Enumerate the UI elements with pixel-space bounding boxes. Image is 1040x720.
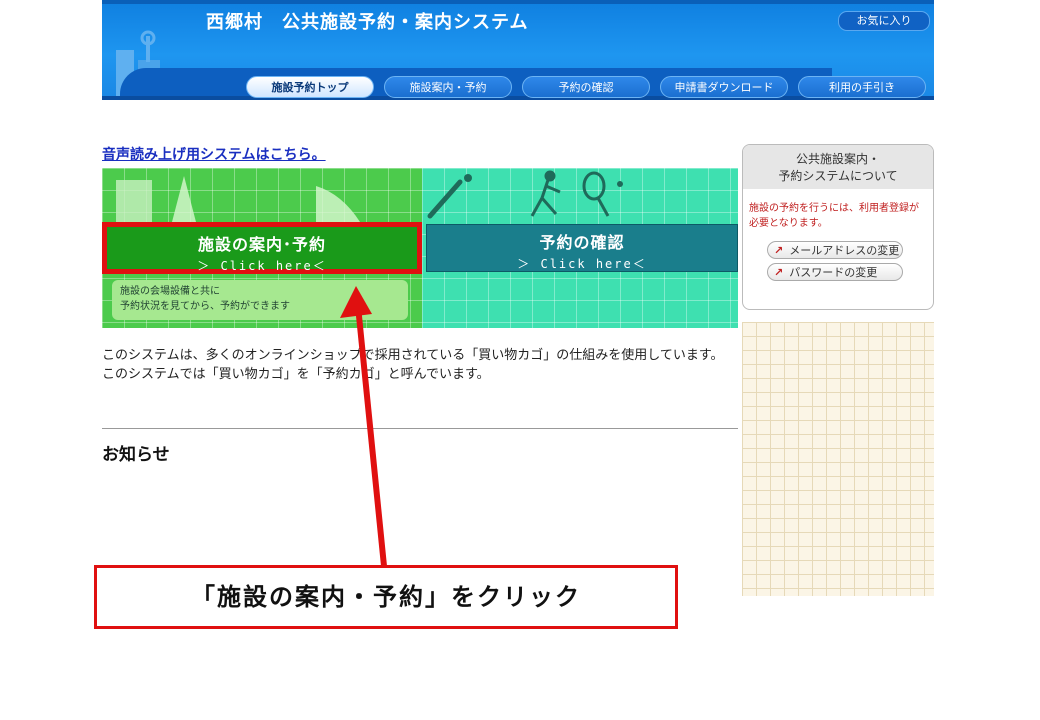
registration-note: 施設の予約を行うには、利用者登録が必要となります。 bbox=[749, 203, 919, 229]
tennis-racket-icon bbox=[582, 171, 623, 217]
facility-info-reserve-button[interactable]: 施設の案内･予約 ＞ Click here＜ bbox=[102, 222, 422, 274]
instruction-callout: 「施設の案内・予約」をクリック bbox=[94, 565, 678, 629]
reservation-confirm-button[interactable]: 予約の確認 ＞ Click here＜ bbox=[426, 224, 738, 272]
arrow-icon: ↗ bbox=[774, 266, 784, 279]
main-banner: 施設の会場設備と共に 予約状況を見てから、予約ができます 施設の案内･予約 ＞ … bbox=[102, 168, 738, 328]
facility-description: 施設の会場設備と共に 予約状況を見てから、予約ができます bbox=[112, 280, 408, 320]
change-password-button[interactable]: ↗ パスワードの変更 bbox=[767, 263, 903, 281]
page-title: 西郷村 公共施設予約・案内システム bbox=[206, 12, 529, 33]
voice-readout-link[interactable]: 音声読み上げ用システムはこちら。 bbox=[102, 144, 326, 164]
sidebar-grid-background bbox=[742, 322, 934, 596]
change-email-button[interactable]: ↗ メールアドレスの変更 bbox=[767, 241, 903, 259]
news-heading: お知らせ bbox=[102, 445, 170, 465]
tab-form-download[interactable]: 申請書ダウンロード bbox=[660, 76, 788, 98]
system-info-box: 公共施設案内・ 予約システムについて 施設の予約を行うには、利用者登録が必要とな… bbox=[742, 144, 934, 310]
intro-text: このシステムは、多くのオンラインショップで採用されている「買い物カゴ」の仕組みを… bbox=[102, 348, 724, 382]
favorites-button[interactable]: お気に入り bbox=[838, 11, 930, 31]
arrow-icon: ↗ bbox=[774, 244, 784, 257]
tab-reservation-check[interactable]: 予約の確認 bbox=[522, 76, 650, 98]
runner-icon bbox=[530, 170, 561, 217]
header-top-line bbox=[102, 0, 934, 4]
tab-reservation-top[interactable]: 施設予約トップ bbox=[246, 76, 374, 98]
divider bbox=[102, 428, 738, 429]
tab-user-guide[interactable]: 利用の手引き bbox=[798, 76, 926, 98]
facility-silhouette-icon bbox=[116, 176, 360, 222]
sports-icons bbox=[427, 170, 623, 219]
system-info-heading: 公共施設案内・ 予約システムについて bbox=[743, 145, 933, 189]
tab-facility-info[interactable]: 施設案内・予約 bbox=[384, 76, 512, 98]
baseball-bat-icon bbox=[427, 174, 472, 219]
